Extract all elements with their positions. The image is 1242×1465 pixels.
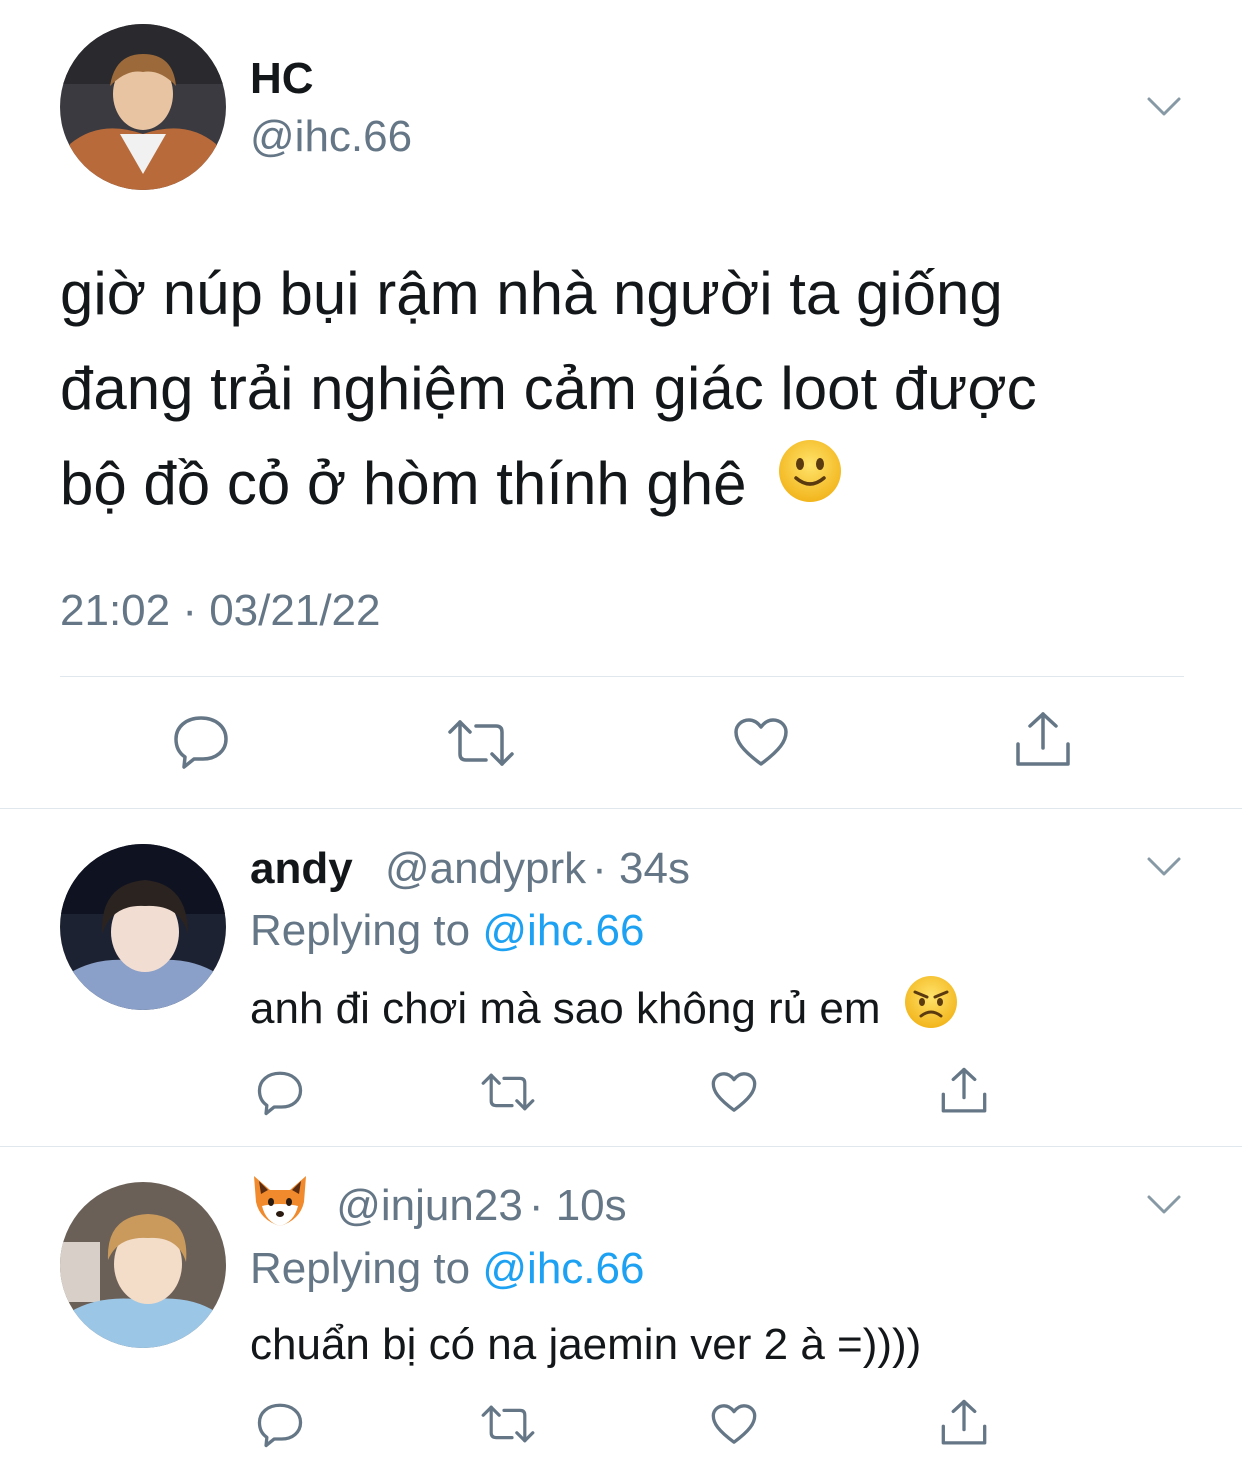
retweet-icon[interactable] <box>446 718 516 768</box>
chevron-down-icon[interactable] <box>1146 856 1182 883</box>
slightly-smiling-face-icon <box>777 436 843 531</box>
timestamp[interactable]: 21:02 · 03/21/22 <box>60 586 380 636</box>
reply-time[interactable]: · 34s <box>592 844 690 893</box>
reply-text: chuẩn bị có na jaemin ver 2 à =)))) <box>250 1320 922 1369</box>
avatar[interactable] <box>60 24 226 190</box>
reply-header: andy @andyprk · 34s <box>250 844 690 894</box>
divider <box>0 1146 1242 1147</box>
reply-text: anh đi chơi mà sao không rủ em <box>250 976 959 1041</box>
handle[interactable]: @ihc.66 <box>250 112 412 162</box>
tweet-text-line: bộ đồ cỏ ở hòm thính ghê <box>60 436 1037 531</box>
reply-header: @injun23 · 10s <box>250 1176 627 1239</box>
tweet-text-line: giờ núp bụi rậm nhà người ta giống <box>60 260 1003 327</box>
reply-icon[interactable] <box>172 714 230 770</box>
avatar[interactable] <box>60 1182 226 1348</box>
share-icon[interactable] <box>940 1066 988 1116</box>
like-icon[interactable] <box>710 1070 758 1114</box>
reply-text-content: anh đi chơi mà sao không rủ em <box>250 984 881 1034</box>
replying-to: Replying to @ihc.66 <box>250 906 644 956</box>
like-icon[interactable] <box>710 1402 758 1446</box>
reply-time[interactable]: · 10s <box>529 1181 627 1230</box>
replying-to-handle[interactable]: @ihc.66 <box>482 1244 644 1293</box>
divider <box>60 676 1184 677</box>
chevron-down-icon[interactable] <box>1146 96 1182 123</box>
tweet-text-line-part: bộ đồ cỏ ở hòm thính ghê <box>60 450 747 517</box>
share-icon[interactable] <box>940 1398 988 1448</box>
fox-face-icon[interactable] <box>250 1172 310 1239</box>
retweet-icon[interactable] <box>480 1072 536 1112</box>
display-name[interactable]: HC <box>250 54 314 104</box>
angry-face-icon <box>903 974 959 1041</box>
replying-to-label: Replying to <box>250 1244 471 1293</box>
avatar[interactable] <box>60 844 226 1010</box>
chevron-down-icon[interactable] <box>1146 1194 1182 1221</box>
handle[interactable]: @andyprk <box>385 844 586 893</box>
reply-icon[interactable] <box>256 1402 304 1448</box>
tweet-text: giờ núp bụi rậm nhà người ta giống đang … <box>60 246 1037 531</box>
retweet-icon[interactable] <box>480 1404 536 1444</box>
replying-to-label: Replying to <box>250 906 471 955</box>
handle[interactable]: @injun23 <box>336 1181 523 1230</box>
display-name[interactable]: andy <box>250 844 353 893</box>
like-icon[interactable] <box>732 716 790 768</box>
share-icon[interactable] <box>1014 710 1072 770</box>
divider <box>0 808 1242 809</box>
replying-to: Replying to @ihc.66 <box>250 1244 644 1294</box>
replying-to-handle[interactable]: @ihc.66 <box>482 906 644 955</box>
reply-icon[interactable] <box>256 1070 304 1116</box>
tweet-text-line: đang trải nghiệm cảm giác loot được <box>60 355 1037 422</box>
